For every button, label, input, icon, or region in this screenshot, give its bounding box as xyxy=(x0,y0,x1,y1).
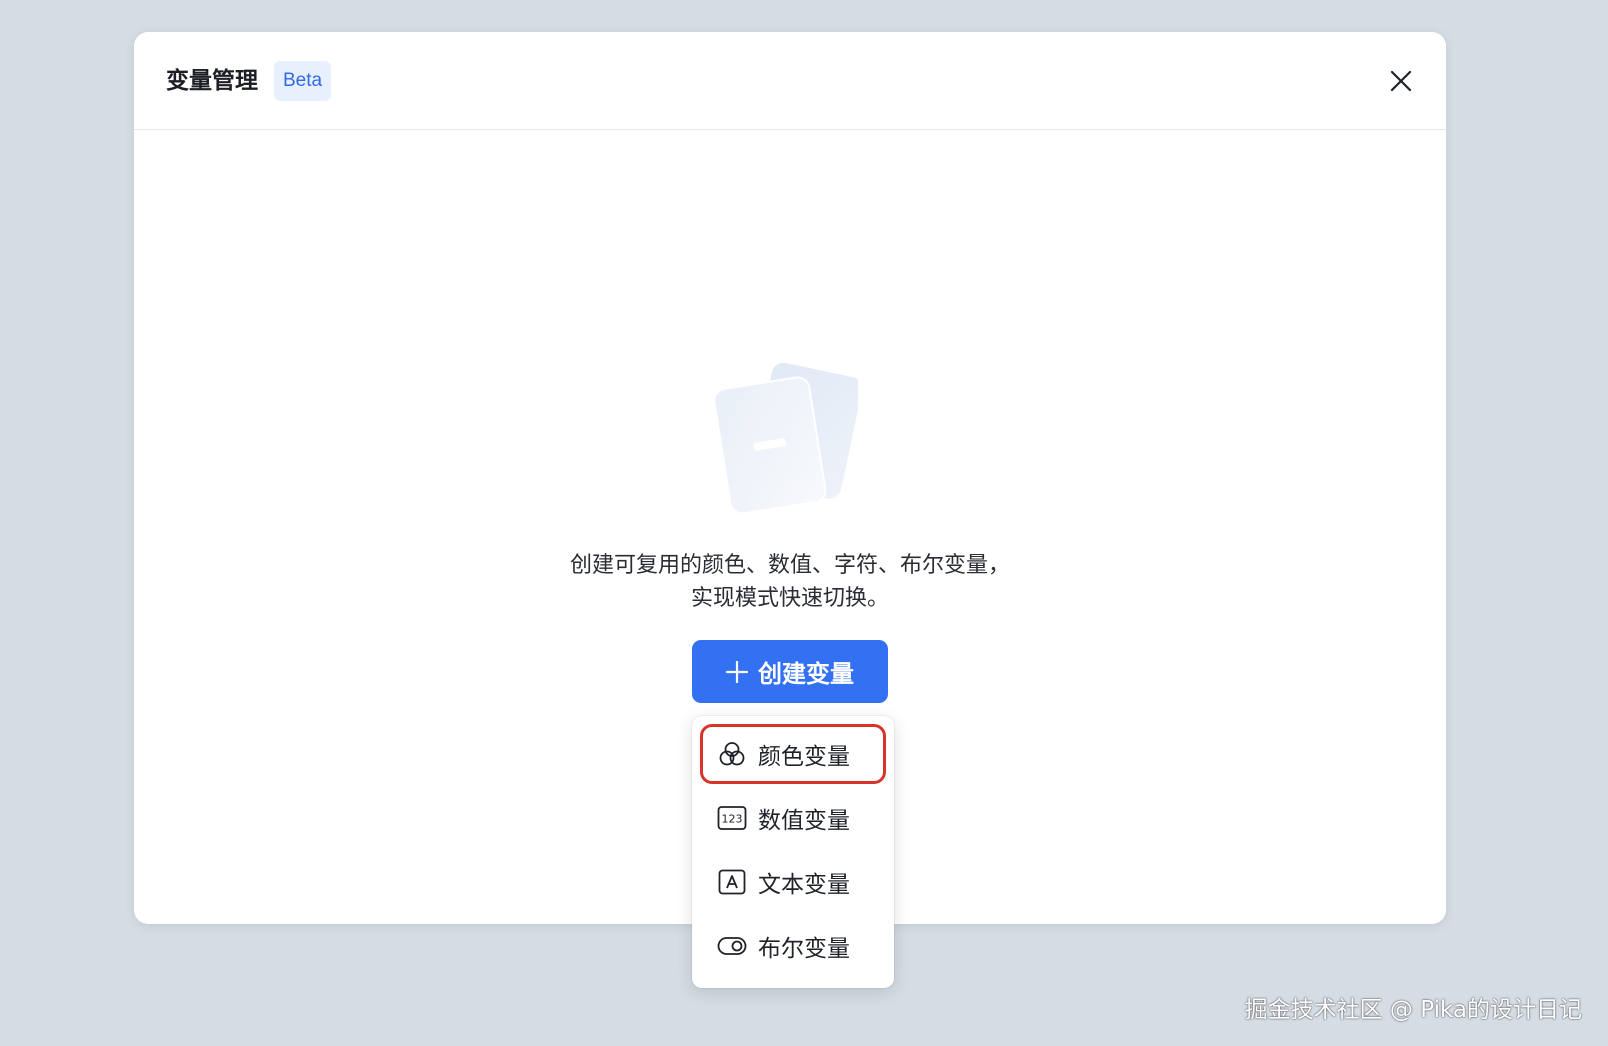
menu-item-color-variable[interactable]: 颜色变量 xyxy=(700,724,886,784)
color-circles-icon xyxy=(717,739,747,769)
empty-state-description: 创建可复用的颜色、数值、字符、布尔变量， 实现模式快速切换。 xyxy=(134,549,1446,615)
menu-item-boolean-variable[interactable]: 布尔变量 xyxy=(700,916,886,976)
description-line-2: 实现模式快速切换。 xyxy=(690,586,889,611)
menu-item-label: 文本变量 xyxy=(758,872,850,898)
create-variable-button[interactable]: 创建变量 xyxy=(692,640,888,703)
menu-item-number-variable[interactable]: 123 数值变量 xyxy=(700,788,886,848)
menu-item-label: 数值变量 xyxy=(758,808,850,834)
dialog-header: 变量管理 Beta xyxy=(134,32,1446,130)
plus-icon xyxy=(726,660,748,683)
variable-type-dropdown: 颜色变量 123 数值变量 文本变量 布尔变量 xyxy=(692,716,894,988)
close-icon xyxy=(1390,70,1412,92)
svg-text:123: 123 xyxy=(722,813,743,826)
text-a-icon xyxy=(717,867,747,897)
dialog-title: 变量管理 xyxy=(166,68,258,94)
description-line-1: 创建可复用的颜色、数值、字符、布尔变量， xyxy=(569,553,1010,578)
watermark: 掘金技术社区 @ Pika的设计日记 xyxy=(1244,997,1582,1023)
number-123-icon: 123 xyxy=(717,803,747,833)
beta-badge: Beta xyxy=(274,61,332,101)
menu-item-text-variable[interactable]: 文本变量 xyxy=(700,852,886,912)
stacked-cards-icon xyxy=(713,362,863,515)
empty-state-illustration xyxy=(708,358,863,515)
create-variable-label: 创建变量 xyxy=(758,660,854,688)
close-button[interactable] xyxy=(1382,62,1420,100)
menu-item-label: 颜色变量 xyxy=(758,744,850,770)
menu-item-label: 布尔变量 xyxy=(758,936,850,962)
toggle-icon xyxy=(717,931,747,961)
